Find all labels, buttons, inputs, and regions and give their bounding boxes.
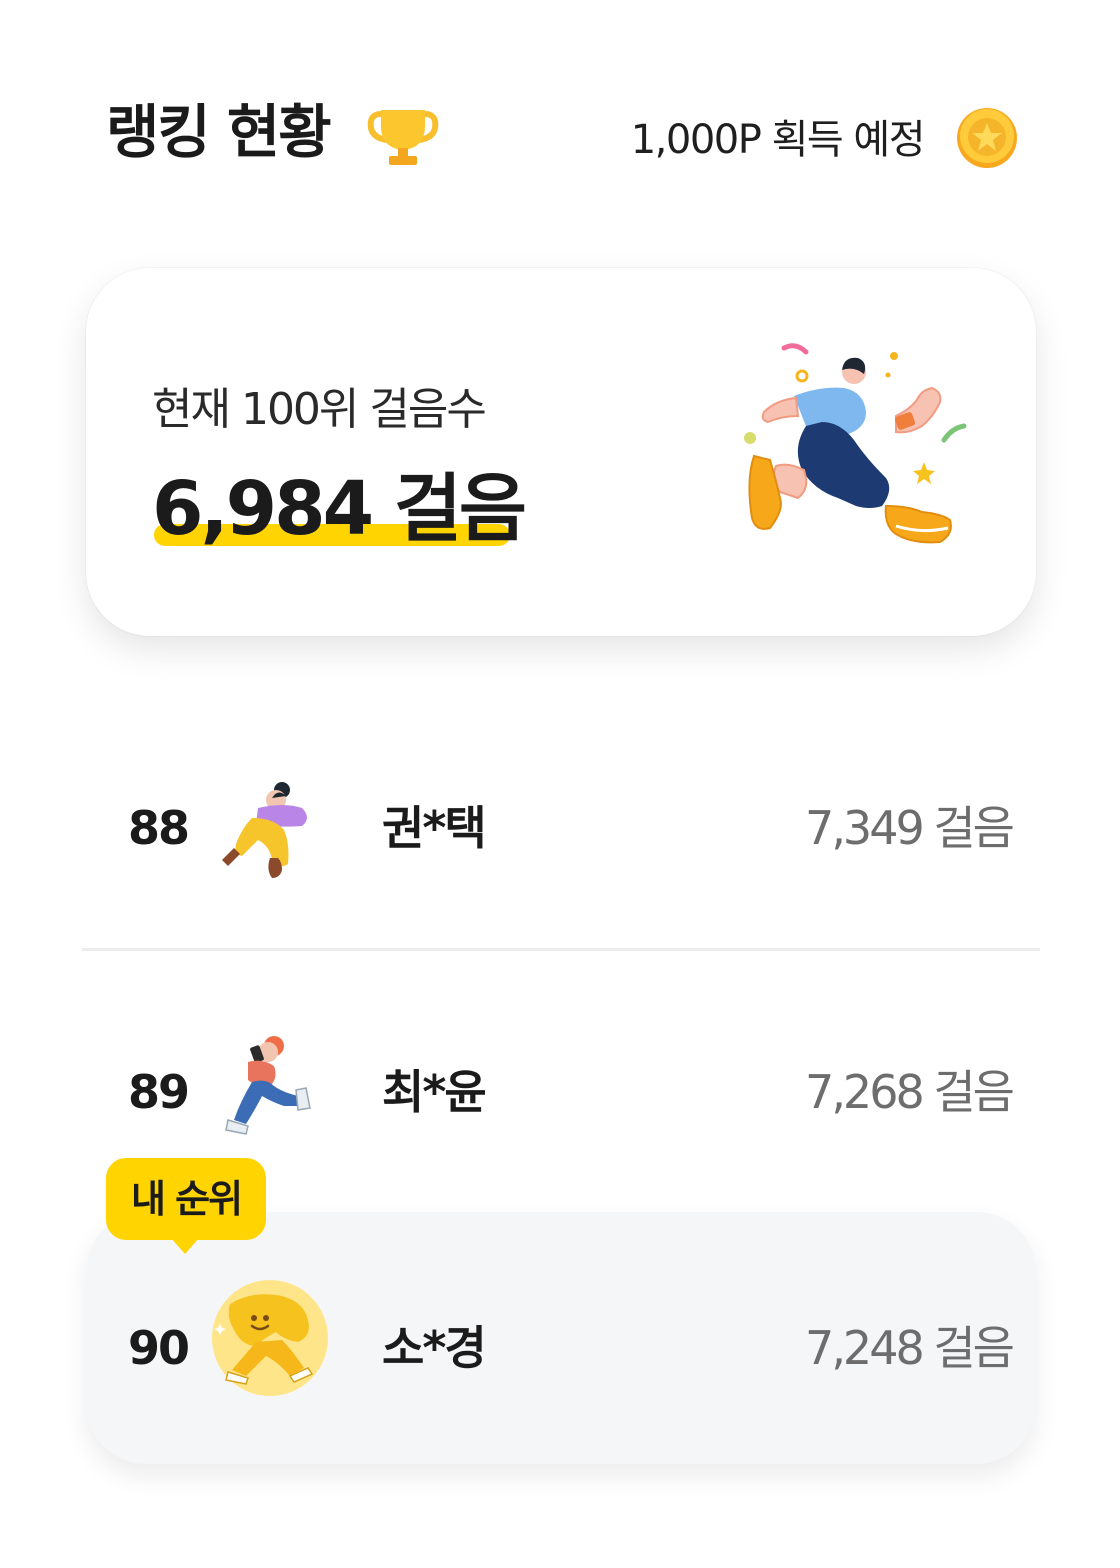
running-person-illustration bbox=[744, 343, 967, 544]
trophy-icon bbox=[367, 110, 439, 165]
my-rank-badge-tail bbox=[171, 1238, 199, 1254]
step-count: 7,268 걸음 bbox=[805, 1065, 1015, 1119]
summary-value-group: 6,984 걸음 bbox=[152, 464, 527, 554]
person-phone-running-avatar bbox=[225, 1036, 311, 1135]
ranking-row-mine[interactable]: 90 소*경 7,248 걸음 bbox=[86, 1212, 1036, 1464]
rank-number: 88 bbox=[128, 801, 190, 855]
step-count: 7,349 걸음 bbox=[805, 801, 1015, 855]
my-rank-badge: 내 순위 bbox=[106, 1158, 266, 1240]
summary-value: 6,984 걸음 bbox=[152, 466, 527, 552]
ranking-header: 랭킹 현황 1,000P 획득 예정 bbox=[0, 0, 1120, 230]
divider bbox=[82, 948, 1040, 951]
ranking-row-88[interactable]: 88 권*택 7,349 걸음 bbox=[86, 730, 1036, 930]
user-name: 최*윤 bbox=[382, 1065, 487, 1119]
user-name: 권*택 bbox=[382, 801, 487, 855]
reward-text: 1,000P 획득 예정 bbox=[630, 117, 926, 163]
person-lying-avatar bbox=[222, 782, 307, 878]
page-title: 랭킹 현황 bbox=[106, 98, 332, 166]
rank-number: 89 bbox=[128, 1065, 190, 1119]
summary-label: 현재 100위 걸음수 bbox=[152, 384, 487, 435]
yellow-character-avatar bbox=[212, 1280, 328, 1396]
rank-number: 90 bbox=[128, 1321, 190, 1375]
step-count: 7,248 걸음 bbox=[805, 1321, 1015, 1375]
star-coin-icon bbox=[957, 108, 1017, 168]
user-name: 소*경 bbox=[382, 1321, 487, 1375]
current-100th-card: 현재 100위 걸음수 6,984 걸음 bbox=[86, 268, 1036, 636]
